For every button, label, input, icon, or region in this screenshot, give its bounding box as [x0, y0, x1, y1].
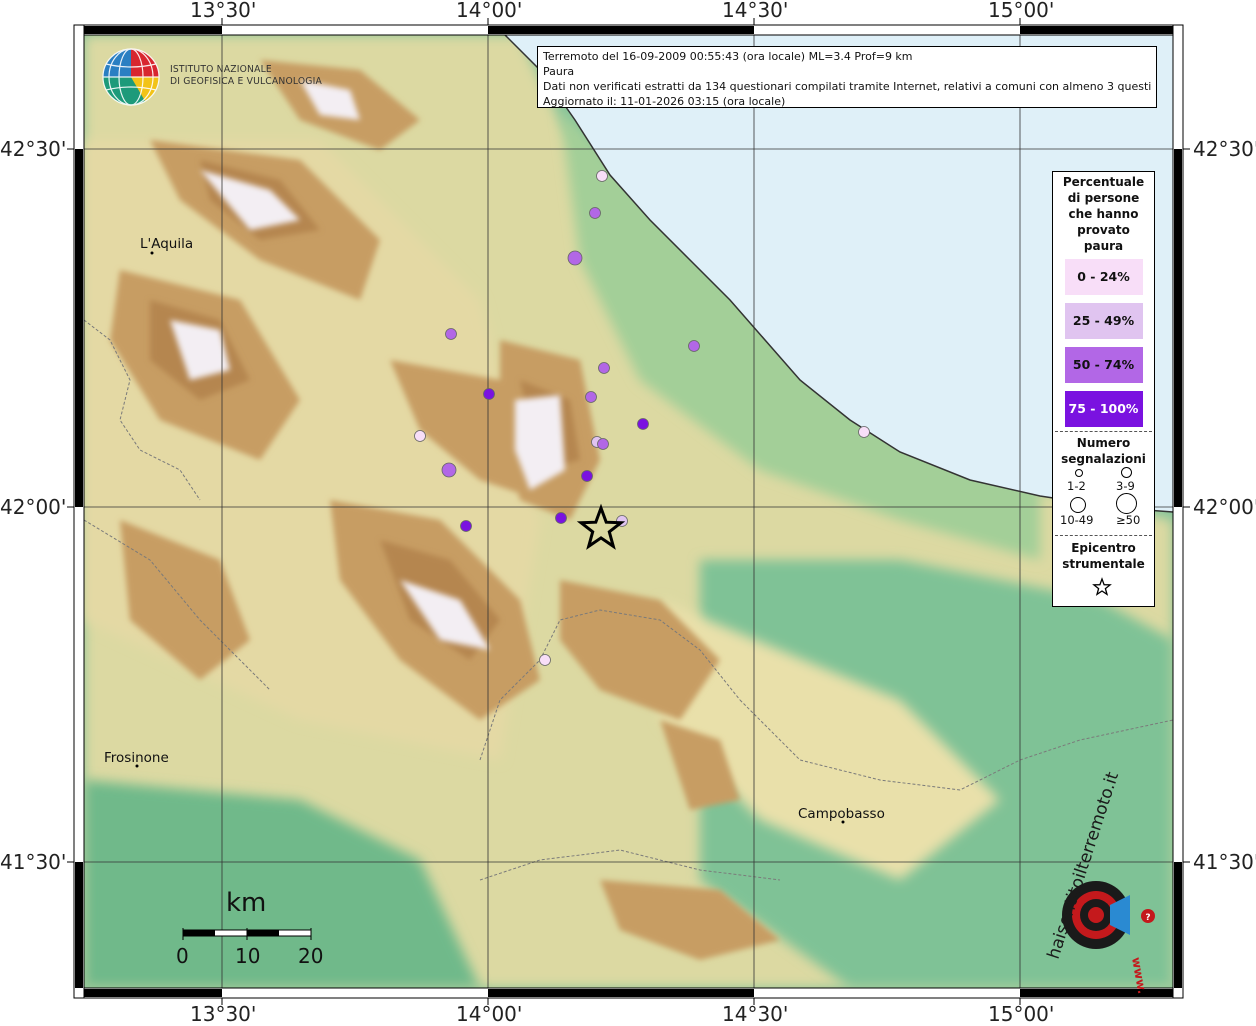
lat-label-right-3: 41°30' [1193, 850, 1256, 874]
observation-point[interactable] [598, 362, 610, 374]
lat-label-left-2: 42°00' [0, 495, 67, 519]
legend-star-icon [1092, 577, 1112, 596]
lat-label-right-1: 42°30' [1193, 137, 1256, 161]
city-label-campobasso: Campobasso [798, 806, 885, 822]
intensity-map: ? haisentitoilterremoto.it www. ISTITUTO… [0, 0, 1256, 1026]
scale-unit: km [226, 888, 267, 918]
scale-label-0: 0 [176, 944, 189, 968]
observation-point[interactable] [414, 430, 426, 442]
legend-class-25-49: 25 - 49% [1064, 303, 1143, 339]
svg-text:?: ? [1145, 913, 1150, 923]
legend-epicenter-line: strumentale [1062, 557, 1145, 571]
observation-point[interactable] [596, 170, 608, 182]
legend-size-scale: 1-2 3-9 10-49 ≥50 [1053, 467, 1154, 529]
update-timestamp: Aggiornato il: 11-01-2026 03:15 (ora loc… [543, 95, 786, 108]
observation-point[interactable] [858, 426, 870, 438]
legend-title-line: paura [1083, 239, 1124, 253]
ingv-logo-text: ISTITUTO NAZIONALE DI GEOFISICA E VULCAN… [170, 64, 322, 88]
legend-epicenter-title: Epicentro strumentale [1053, 540, 1154, 572]
size-circle-3-9 [1121, 467, 1132, 478]
observation-point[interactable] [589, 207, 601, 219]
observation-point[interactable] [585, 391, 597, 403]
observation-point[interactable] [688, 340, 700, 352]
lon-label-bottom-1: 13°30' [190, 1002, 257, 1026]
lon-label-top-1: 13°30' [190, 0, 257, 22]
data-disclaimer: Dati non verificati estratti da 134 ques… [543, 80, 1151, 93]
observation-point[interactable] [539, 654, 551, 666]
legend-count-title-line: Numero [1076, 436, 1131, 450]
legend-count-title: Numero segnalazioni [1053, 435, 1154, 467]
size-circle-1-2 [1075, 469, 1083, 477]
lon-label-bottom-2: 14°00' [456, 1002, 523, 1026]
city-label-laquila: L'Aquila [140, 236, 194, 252]
ingv-logo-line2: DI GEOFISICA E VULCANOLOGIA [170, 76, 322, 87]
legend-epicenter-line: Epicentro [1071, 541, 1136, 555]
observation-point[interactable] [445, 328, 457, 340]
size-circle-50 [1116, 493, 1137, 514]
size-label-3-9: 3-9 [1116, 479, 1135, 493]
observation-point[interactable] [460, 520, 472, 532]
legend-title-line: Percentuale [1062, 175, 1145, 189]
observation-point[interactable] [555, 512, 567, 524]
event-title: Terremoto del 16-09-2009 00:55:43 (ora l… [543, 50, 913, 63]
observation-point[interactable] [581, 470, 593, 482]
scale-label-20: 20 [298, 944, 324, 968]
lon-label-bottom-3: 14°30' [722, 1002, 789, 1026]
legend-title-line: che hanno [1068, 207, 1139, 221]
legend-class-75-100: 75 - 100% [1064, 391, 1143, 427]
legend-divider [1055, 431, 1152, 432]
size-label-50: ≥50 [1116, 513, 1141, 527]
lon-label-top-2: 14°00' [456, 0, 523, 22]
observation-point[interactable] [597, 438, 609, 450]
ingv-logo-icon [102, 48, 160, 106]
size-circle-10-49 [1070, 497, 1086, 513]
legend-title: Percentuale di persone che hanno provato… [1053, 174, 1154, 254]
city-label-frosinone: Frosinone [104, 750, 169, 766]
legend-title-line: di persone [1067, 191, 1140, 205]
lat-label-left-1: 42°30' [0, 137, 67, 161]
legend-title-line: provato [1077, 223, 1130, 237]
legend-count-title-line: segnalazioni [1061, 452, 1146, 466]
lon-label-top-4: 15°00' [988, 0, 1055, 22]
observation-point[interactable] [567, 250, 583, 266]
event-info-box: Terremoto del 16-09-2009 00:55:43 (ora l… [537, 46, 1157, 108]
legend-class-0-24: 0 - 24% [1064, 259, 1143, 295]
observation-point[interactable] [483, 388, 495, 400]
legend-divider [1055, 535, 1152, 536]
size-label-10-49: 10-49 [1060, 513, 1094, 527]
legend: Percentuale di persone che hanno provato… [1052, 171, 1155, 607]
size-label-1-2: 1-2 [1067, 479, 1086, 493]
observation-point[interactable] [441, 462, 457, 478]
lon-label-top-3: 14°30' [722, 0, 789, 22]
ingv-logo-line1: ISTITUTO NAZIONALE [170, 64, 272, 75]
observation-point[interactable] [637, 418, 649, 430]
lat-label-left-3: 41°30' [0, 850, 67, 874]
lon-label-bottom-4: 15°00' [988, 1002, 1055, 1026]
map-parameter: Paura [543, 65, 575, 78]
terrain-layer [84, 35, 1173, 988]
legend-class-50-74: 50 - 74% [1064, 347, 1143, 383]
lat-label-right-2: 42°00' [1193, 495, 1256, 519]
scale-label-10: 10 [235, 944, 261, 968]
